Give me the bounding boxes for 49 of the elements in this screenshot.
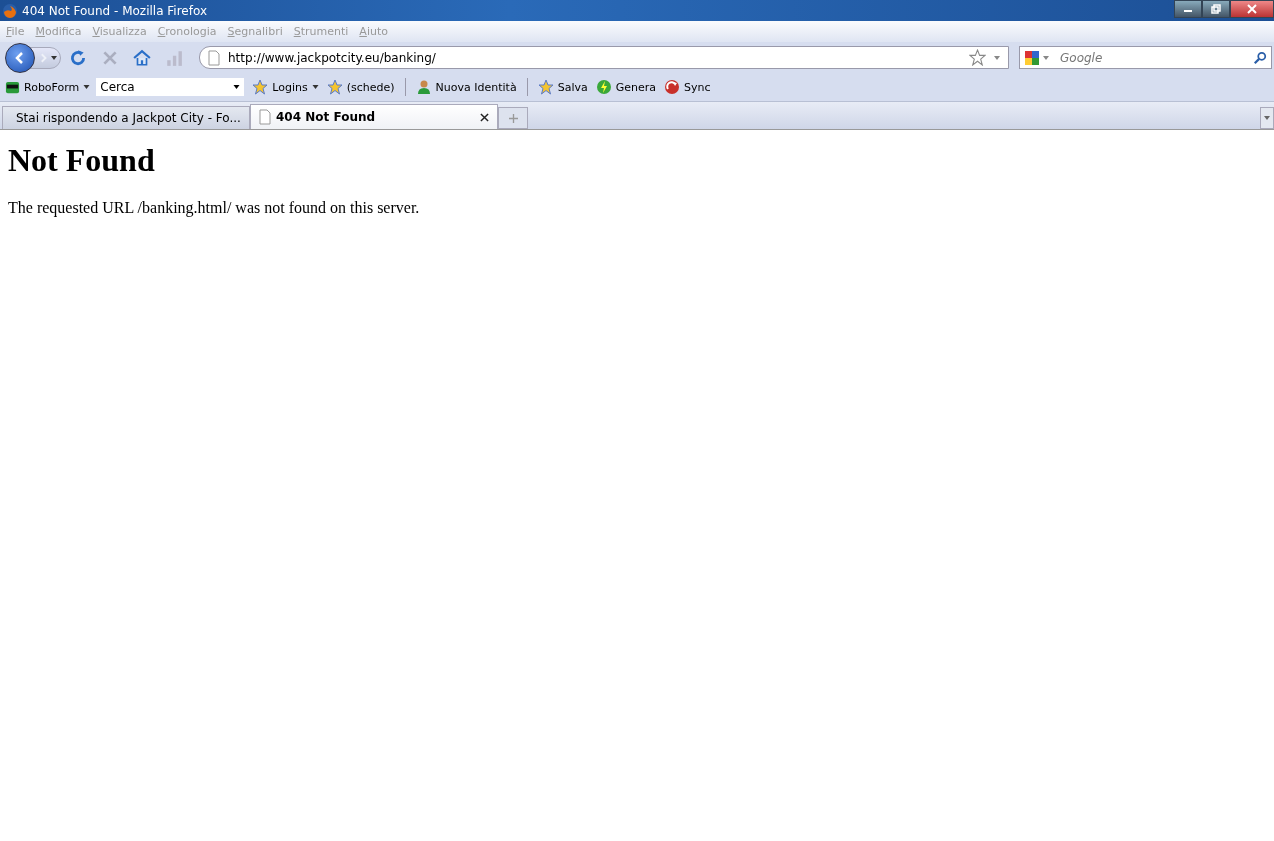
restore-button[interactable]	[1202, 0, 1230, 18]
toolbar-button[interactable]: Salva	[535, 77, 590, 97]
lightning-icon	[595, 79, 612, 95]
reload-icon[interactable]	[69, 48, 87, 67]
person-icon	[415, 79, 432, 95]
star-icon[interactable]	[969, 49, 986, 66]
window-title: 404 Not Found - Mozilla Firefox	[22, 3, 209, 18]
back-button[interactable]	[5, 42, 35, 73]
caret-icon[interactable]	[994, 55, 1000, 60]
browser-tab[interactable]: Stai rispondendo a Jackpot City - Fo...	[2, 106, 250, 129]
caret-icon	[1264, 116, 1270, 120]
roboform-search-field[interactable]: Cerca	[96, 78, 245, 96]
close-button[interactable]	[1230, 0, 1274, 18]
home-icon[interactable]	[133, 48, 151, 67]
page-icon	[208, 49, 220, 66]
sync-icon	[664, 79, 680, 95]
browser-tab[interactable]: 404 Not Found	[250, 104, 498, 129]
close-icon[interactable]	[480, 112, 489, 122]
tab-list-button[interactable]	[1260, 107, 1274, 129]
error-message: The requested URL /banking.html/ was not found on this server.	[8, 199, 421, 217]
search-icon[interactable]	[1253, 50, 1267, 65]
star-icon	[326, 79, 343, 95]
toolbar-button[interactable]: Logins	[250, 77, 321, 97]
signal-bars-icon	[165, 48, 183, 67]
toolbar-button[interactable]: Nuova Identità	[413, 77, 519, 97]
url-field[interactable]: http://www.jackpotcity.eu/banking/	[199, 46, 1009, 69]
page-heading: Not Found	[8, 142, 156, 179]
minimize-button[interactable]	[1174, 0, 1202, 18]
caret-icon	[233, 85, 241, 89]
search-engine-icon[interactable]	[1024, 49, 1040, 66]
caret-icon	[311, 85, 319, 89]
search-bar[interactable]: Google	[1019, 46, 1272, 69]
browser-logo-icon	[2, 2, 18, 19]
caret-icon	[51, 55, 57, 60]
caret-icon	[83, 85, 91, 89]
toolbar-button[interactable]: (schede)	[324, 77, 397, 97]
tab-title: 404 Not Found	[276, 110, 377, 124]
toolbar-button[interactable]: Genera	[593, 77, 658, 97]
caret-icon	[1043, 55, 1049, 60]
star-icon	[537, 79, 554, 95]
page-icon	[259, 109, 271, 125]
restore-icon	[1211, 4, 1221, 14]
masked-face-icon	[5, 79, 20, 95]
close-icon	[1247, 4, 1257, 14]
star-icon	[252, 79, 269, 95]
plus-icon	[508, 113, 518, 123]
tab-title: Stai rispondendo a Jackpot City - Fo...	[16, 111, 241, 125]
toolbar-button[interactable]: Sync	[662, 77, 713, 97]
roboform-menu-button[interactable]: RoboForm	[3, 77, 93, 97]
